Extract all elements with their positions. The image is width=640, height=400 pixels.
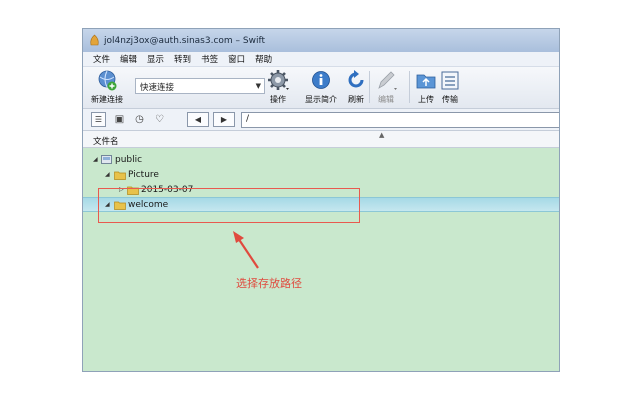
bookmarks-icon[interactable]: ▣ — [113, 113, 126, 126]
menu-window[interactable]: 窗口 — [228, 53, 245, 65]
bonjour-icon[interactable]: ♡ — [153, 113, 166, 126]
annotation-caption: 选择存放路径 — [236, 277, 302, 290]
browser-view-button[interactable]: ☰ — [91, 112, 106, 127]
folder-upload-icon — [416, 74, 436, 89]
edit-label: 编辑 — [378, 95, 394, 104]
back-button[interactable]: ◀ — [187, 112, 209, 127]
forward-button[interactable]: ▶ — [213, 112, 235, 127]
quick-connect-select[interactable]: 快速连接 ▼ — [135, 78, 265, 94]
bucket-icon — [101, 154, 112, 164]
menu-file[interactable]: 文件 — [93, 53, 110, 65]
tree-view-icon: ☰ — [94, 115, 103, 124]
info-icon — [312, 71, 330, 89]
folder-icon — [114, 171, 126, 180]
toolbar-divider — [369, 71, 370, 103]
edit-button[interactable]: 编辑 — [375, 69, 397, 105]
tree-row-picture[interactable]: ◢ Picture — [83, 167, 559, 182]
menu-bar: 文件 编辑 显示 转到 书签 窗口 帮助 — [83, 52, 559, 67]
new-connection-label: 新建连接 — [91, 95, 123, 104]
transfer-button[interactable]: 传输 — [439, 69, 461, 105]
sort-ascending-icon: ▲ — [379, 131, 385, 139]
history-icon[interactable]: ◷ — [133, 113, 146, 126]
action-button[interactable]: 操作 — [267, 69, 289, 105]
refresh-label: 刷新 — [348, 95, 364, 104]
path-field[interactable]: / — [241, 112, 559, 128]
swift-app-icon — [90, 34, 99, 46]
tree-row-public[interactable]: ◢ public — [83, 152, 559, 167]
forward-arrow-icon: ▶ — [220, 115, 228, 124]
transfer-label: 传输 — [442, 95, 458, 104]
refresh-button[interactable]: 刷新 — [345, 69, 367, 105]
navigation-bar: ☰ ▣ ◷ ♡ ◀ ▶ / — [83, 109, 559, 131]
upload-label: 上传 — [418, 95, 434, 104]
refresh-icon — [348, 70, 364, 88]
window-title: jol4nzj3ox@auth.sinas3.com – Swift — [104, 35, 265, 46]
tree-label: Picture — [128, 169, 159, 180]
menu-edit[interactable]: 编辑 — [120, 53, 137, 65]
action-label: 操作 — [270, 95, 286, 104]
new-connection-button[interactable]: 新建连接 — [91, 69, 123, 105]
column-header: 文件名 ▲ — [83, 131, 559, 148]
pencil-icon — [378, 71, 397, 90]
annotation-highlight-box — [98, 188, 360, 223]
tree-label: public — [115, 154, 143, 165]
chevron-down-icon: ▼ — [255, 82, 261, 90]
menu-help[interactable]: 帮助 — [255, 53, 272, 65]
menu-go[interactable]: 转到 — [174, 53, 191, 65]
path-value: / — [246, 114, 250, 124]
expanded-triangle-icon[interactable]: ◢ — [105, 171, 110, 178]
file-tree: ◢ public ◢ Picture ▷ 2015-03-07 ◢ welcom… — [83, 148, 559, 371]
info-button[interactable]: 显示简介 — [305, 69, 337, 105]
toolbar-divider — [409, 71, 410, 103]
gear-icon — [268, 70, 289, 90]
back-arrow-icon: ◀ — [194, 115, 202, 124]
menu-view[interactable]: 显示 — [147, 53, 164, 65]
transfer-list-icon — [441, 71, 459, 90]
globe-plus-icon — [98, 70, 117, 91]
annotation-arrow-icon — [233, 231, 259, 269]
menu-bookmarks[interactable]: 书签 — [201, 53, 218, 65]
toolbar: 新建连接 快速连接 ▼ 操作 显示简介 刷新 编辑 上传 传输 — [83, 67, 559, 109]
expanded-triangle-icon[interactable]: ◢ — [93, 156, 98, 163]
info-label: 显示简介 — [305, 95, 337, 104]
column-filename[interactable]: 文件名 — [93, 135, 119, 147]
title-bar: jol4nzj3ox@auth.sinas3.com – Swift — [83, 29, 559, 52]
upload-button[interactable]: 上传 — [415, 69, 437, 105]
quick-connect-value: 快速连接 — [140, 83, 175, 93]
